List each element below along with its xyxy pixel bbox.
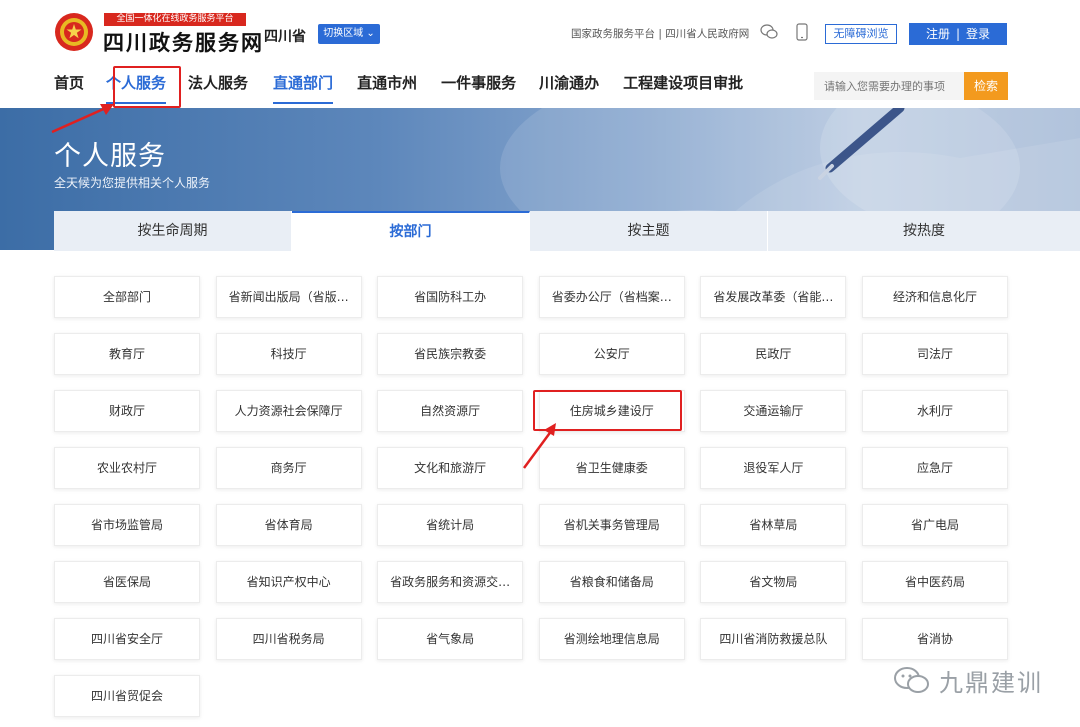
tab-by-department[interactable]: 按部门 bbox=[292, 211, 530, 251]
category-tabs: 按生命周期 按部门 按主题 按热度 bbox=[54, 211, 1080, 251]
watermark: 九鼎建训 bbox=[893, 662, 1043, 698]
site-name[interactable]: 四川政务服务网 bbox=[103, 27, 264, 57]
department-item[interactable]: 经济和信息化厅 bbox=[861, 276, 1008, 318]
department-item[interactable]: 省发展改革委（省能… bbox=[700, 276, 847, 318]
department-item[interactable]: 省体育局 bbox=[215, 504, 362, 546]
register-button[interactable]: 注册 bbox=[926, 23, 950, 45]
department-item[interactable]: 省气象局 bbox=[377, 618, 524, 660]
department-item[interactable]: 省市场监管局 bbox=[54, 504, 200, 546]
department-item[interactable]: 省统计局 bbox=[377, 504, 524, 546]
nav-item-construction-approval[interactable]: 工程建设项目审批 bbox=[623, 62, 743, 106]
banner-title: 个人服务 bbox=[54, 141, 166, 172]
department-item[interactable]: 省中医药局 bbox=[861, 561, 1008, 603]
department-item[interactable]: 省消协 bbox=[861, 618, 1008, 660]
department-grid: 全部部门 省新闻出版局（省版… 省国防科工办 省委办公厅（省档案… 省发展改革委… bbox=[54, 276, 1008, 717]
current-province: 四川省 bbox=[264, 29, 306, 45]
wechat-icon[interactable] bbox=[760, 23, 778, 41]
department-item-housing-construction[interactable]: 住房城乡建设厅 bbox=[538, 390, 685, 432]
department-item[interactable]: 四川省安全厅 bbox=[54, 618, 200, 660]
department-item[interactable]: 省测绘地理信息局 bbox=[538, 618, 685, 660]
department-item[interactable]: 退役军人厅 bbox=[700, 447, 847, 489]
department-item[interactable]: 省民族宗教委 bbox=[377, 333, 524, 375]
department-item[interactable]: 省医保局 bbox=[54, 561, 200, 603]
watermark-text: 九鼎建训 bbox=[939, 668, 1043, 697]
department-item[interactable]: 省国防科工办 bbox=[377, 276, 524, 318]
department-item[interactable]: 四川省消防救援总队 bbox=[700, 618, 847, 660]
department-item[interactable]: 商务厅 bbox=[215, 447, 362, 489]
department-item[interactable]: 省粮食和储备局 bbox=[538, 561, 685, 603]
department-item[interactable]: 自然资源厅 bbox=[377, 390, 524, 432]
nav-item-home[interactable]: 首页 bbox=[54, 62, 84, 106]
login-button[interactable]: 登录 bbox=[966, 23, 990, 45]
department-item[interactable]: 科技厅 bbox=[215, 333, 362, 375]
switch-region-button[interactable]: 切换区域 ⌄ bbox=[318, 24, 380, 44]
department-item[interactable]: 交通运输厅 bbox=[700, 390, 847, 432]
department-item[interactable]: 民政厅 bbox=[700, 333, 847, 375]
nav-item-corporate-service[interactable]: 法人服务 bbox=[188, 62, 248, 106]
department-item[interactable]: 公安厅 bbox=[538, 333, 685, 375]
department-item[interactable]: 教育厅 bbox=[54, 333, 200, 375]
nav-item-one-thing-service[interactable]: 一件事服务 bbox=[441, 62, 516, 106]
accessibility-button[interactable]: 无障碍浏览 bbox=[825, 24, 897, 44]
nav-item-direct-cities[interactable]: 直通市州 bbox=[357, 62, 417, 106]
department-item[interactable]: 省知识产权中心 bbox=[215, 561, 362, 603]
department-item[interactable]: 省林草局 bbox=[700, 504, 847, 546]
department-item[interactable]: 省文物局 bbox=[700, 561, 847, 603]
department-item[interactable]: 人力资源社会保障厅 bbox=[215, 390, 362, 432]
site-header: 全国一体化在线政务服务平台 四川政务服务网 四川省 切换区域 ⌄ 国家政务服务平… bbox=[0, 0, 1080, 108]
tab-by-popularity[interactable]: 按热度 bbox=[768, 211, 1080, 251]
nav-item-chuanyu[interactable]: 川渝通办 bbox=[539, 62, 599, 106]
department-item[interactable]: 省新闻出版局（省版… bbox=[215, 276, 362, 318]
national-emblem-logo bbox=[55, 13, 93, 51]
department-item[interactable]: 四川省贸促会 bbox=[54, 675, 200, 717]
department-item[interactable]: 四川省税务局 bbox=[215, 618, 362, 660]
auth-separator: | bbox=[955, 27, 961, 41]
department-item[interactable]: 省卫生健康委 bbox=[538, 447, 685, 489]
department-item[interactable]: 司法厅 bbox=[861, 333, 1008, 375]
nav-item-personal-service[interactable]: 个人服务 bbox=[106, 62, 167, 106]
auth-buttons: 注册 | 登录 bbox=[909, 23, 1007, 45]
department-item[interactable]: 文化和旅游厅 bbox=[377, 447, 524, 489]
department-item[interactable]: 财政厅 bbox=[54, 390, 200, 432]
tab-life-cycle[interactable]: 按生命周期 bbox=[54, 211, 292, 251]
wechat-watermark-icon bbox=[894, 667, 929, 693]
department-item[interactable]: 全部部门 bbox=[54, 276, 200, 318]
top-links[interactable]: 国家政务服务平台 | 四川省人民政府网 bbox=[571, 26, 749, 41]
search-input[interactable] bbox=[814, 72, 964, 100]
department-item[interactable]: 农业农村厅 bbox=[54, 447, 200, 489]
department-item[interactable]: 水利厅 bbox=[861, 390, 1008, 432]
mobile-phone-icon[interactable] bbox=[795, 23, 809, 41]
department-item[interactable]: 省广电局 bbox=[861, 504, 1008, 546]
search-button[interactable]: 检索 bbox=[964, 72, 1008, 100]
banner-subtitle: 全天候为您提供相关个人服务 bbox=[54, 176, 211, 190]
department-item[interactable]: 应急厅 bbox=[861, 447, 1008, 489]
platform-slogan: 全国一体化在线政务服务平台 bbox=[104, 13, 246, 26]
department-item[interactable]: 省机关事务管理局 bbox=[538, 504, 685, 546]
department-item[interactable]: 省政务服务和资源交… bbox=[377, 561, 524, 603]
main-nav: 首页 个人服务 法人服务 直通部门 直通市州 一件事服务 川渝通办 工程建设项目… bbox=[54, 62, 743, 106]
department-item[interactable]: 省委办公厅（省档案… bbox=[538, 276, 685, 318]
tab-by-topic[interactable]: 按主题 bbox=[530, 211, 768, 251]
nav-item-direct-departments[interactable]: 直通部门 bbox=[273, 62, 334, 106]
